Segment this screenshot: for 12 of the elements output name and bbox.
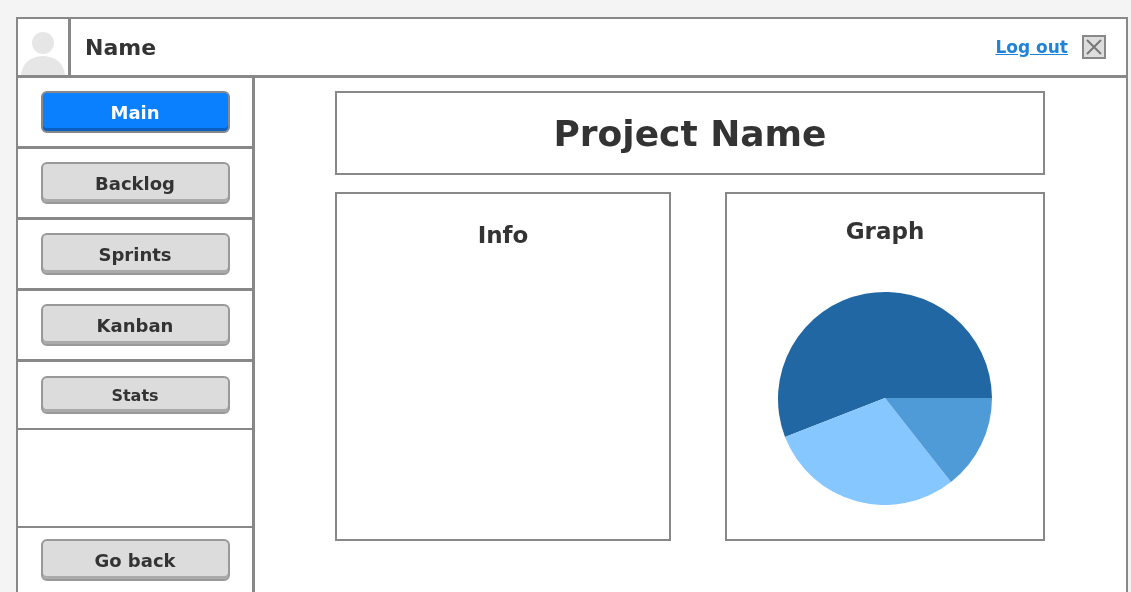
logout-link[interactable]: Log out <box>995 37 1068 57</box>
panel-title: Info <box>477 222 529 248</box>
panel-title: Graph <box>845 218 925 244</box>
nav-button[interactable]: Main <box>40 91 230 133</box>
nav-button[interactable]: Stats <box>40 376 230 414</box>
close-icon[interactable] <box>1082 35 1106 59</box>
nav-button[interactable]: Sprints <box>40 233 230 275</box>
go-back-button[interactable]: Go back <box>40 539 230 581</box>
nav-button[interactable]: Kanban <box>40 304 230 346</box>
user-name: Name <box>85 34 157 60</box>
nav-button[interactable]: Backlog <box>40 162 230 204</box>
project-title: Project Name <box>335 91 1045 175</box>
